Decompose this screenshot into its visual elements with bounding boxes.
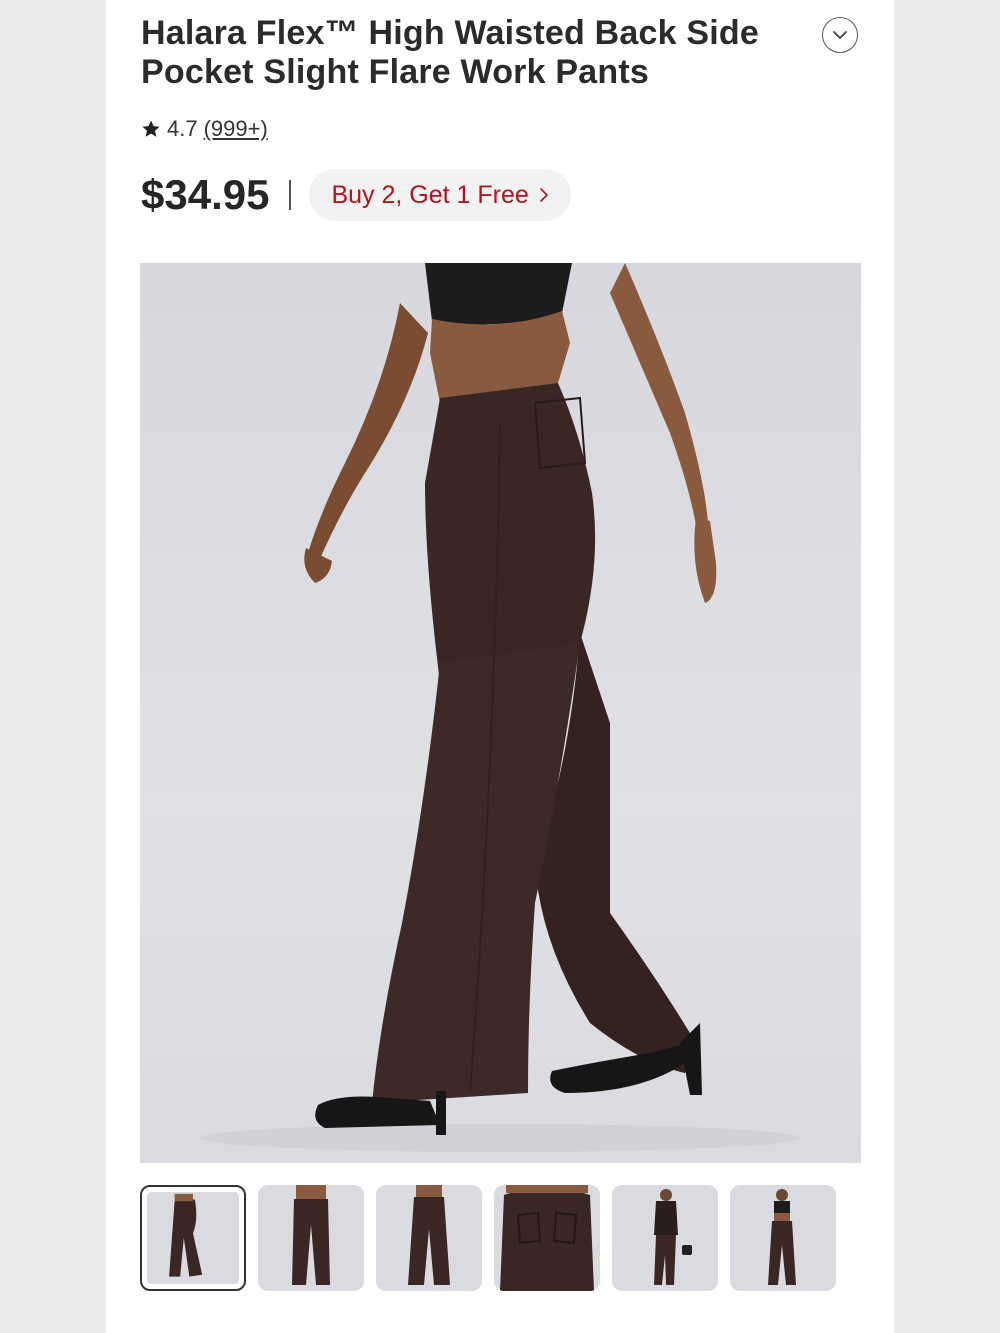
thumbnail-image — [654, 1189, 692, 1285]
promo-button[interactable]: Buy 2, Get 1 Free — [309, 169, 571, 221]
reviews-link[interactable]: (999+) — [204, 116, 268, 142]
rating-row: 4.7 (999+) — [141, 116, 268, 142]
price: $34.95 — [141, 171, 270, 218]
thumbnail-5[interactable] — [612, 1185, 718, 1291]
thumbnail-image — [500, 1185, 594, 1291]
thumbnail-image — [292, 1185, 330, 1285]
star-icon — [142, 120, 160, 137]
thumbnail-4[interactable] — [494, 1185, 600, 1291]
thumbnail-image — [408, 1185, 450, 1285]
thumbnail-strip — [140, 1185, 836, 1291]
model-wearing-pants-image — [200, 263, 800, 1152]
thumbnail-1[interactable] — [140, 1185, 246, 1291]
thumbnail-image — [169, 1193, 203, 1277]
expand-button[interactable] — [822, 17, 858, 53]
thumbnail-6[interactable] — [730, 1185, 836, 1291]
thumbnail-2[interactable] — [258, 1185, 364, 1291]
price-row: $34.95 Buy 2, Get 1 Free — [141, 168, 571, 222]
chevron-right-icon — [539, 188, 548, 202]
product-title: Halara Flex™ High Waisted Back Side Pock… — [141, 14, 759, 91]
promo-label: Buy 2, Get 1 Free — [331, 180, 529, 209]
thumbnail-image — [768, 1189, 796, 1285]
rating-value: 4.7 — [167, 116, 198, 141]
chevron-down-icon — [833, 31, 847, 39]
product-card: Halara Flex™ High Waisted Back Side Pock… — [106, 0, 894, 1333]
thumbnail-3[interactable] — [376, 1185, 482, 1291]
price-divider — [289, 180, 292, 210]
product-main-image[interactable] — [140, 263, 861, 1163]
